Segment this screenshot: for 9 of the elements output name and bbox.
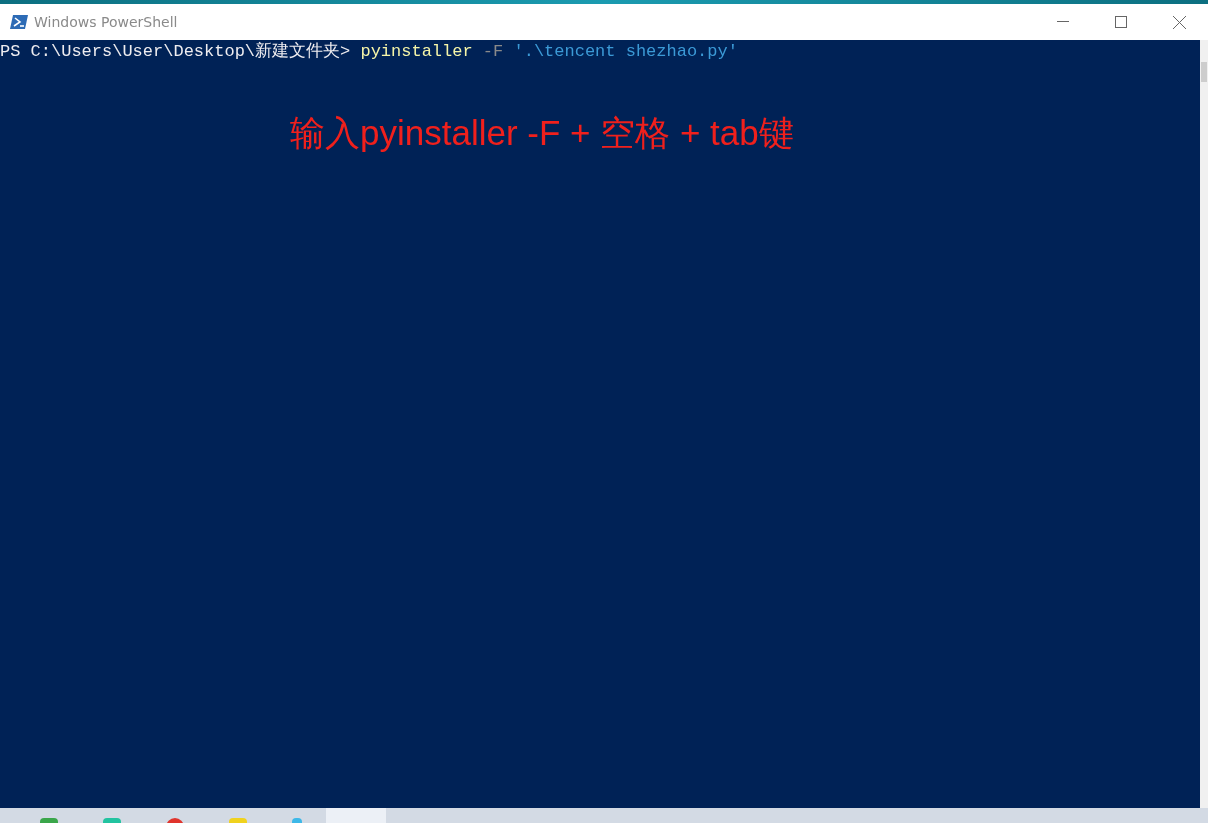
- command-line: PS C:\Users\User\Desktop\新建文件夹> pyinstaller -F '.\tencent shezhao.py': [0, 42, 739, 62]
- maximize-icon: [1115, 16, 1127, 28]
- minimize-icon: [1057, 21, 1069, 23]
- close-icon: [1172, 15, 1186, 29]
- scrollbar[interactable]: [1200, 40, 1208, 808]
- active-task-button[interactable]: [326, 808, 386, 823]
- window-title: Windows PowerShell: [34, 14, 179, 30]
- annotation-text: 输入pyinstaller -F + 空格 + tab键: [290, 112, 794, 154]
- powershell-icon: [10, 14, 28, 30]
